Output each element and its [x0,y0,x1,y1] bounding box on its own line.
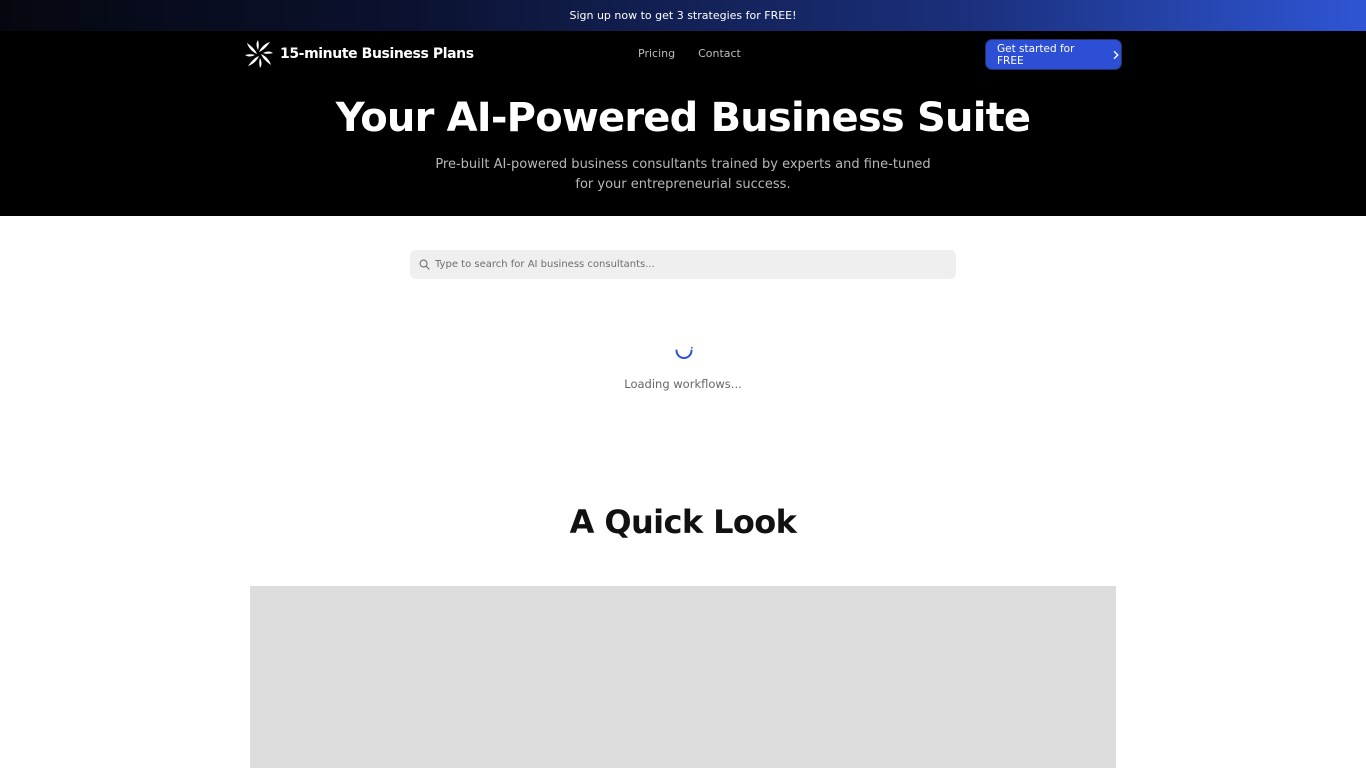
promo-banner[interactable]: Sign up now to get 3 strategies for FREE… [0,0,1366,31]
chevron-right-icon [1114,50,1119,59]
hero-subtitle: Pre-built AI-powered business consultant… [435,157,931,192]
pinwheel-logo-icon [245,40,273,68]
quick-look-title: A Quick Look [569,503,797,541]
loading-text: Loading workflows... [624,377,742,391]
spinner-icon [675,346,693,359]
nav-link-pricing[interactable]: Pricing [638,47,675,60]
hero-section: 15-minute Business Plans Pricing Contact… [0,31,1366,216]
get-started-label: Get started for FREE [997,42,1075,67]
search-icon [419,259,430,270]
search-input[interactable] [435,259,956,270]
get-started-button[interactable]: Get started for FREE [986,40,1121,69]
nav-link-contact[interactable]: Contact [698,47,741,60]
top-nav: 15-minute Business Plans Pricing Contact… [0,31,1366,77]
hero-title: Your AI-Powered Business Suite [335,95,1031,141]
logo[interactable]: 15-minute Business Plans [244,39,474,69]
nav-links: Pricing Contact [638,47,741,60]
search-bar[interactable] [410,250,956,279]
logo-text: 15-minute Business Plans [280,46,474,62]
quick-look-media-placeholder [250,586,1116,768]
promo-text: Sign up now to get 3 strategies for FREE… [569,9,797,22]
